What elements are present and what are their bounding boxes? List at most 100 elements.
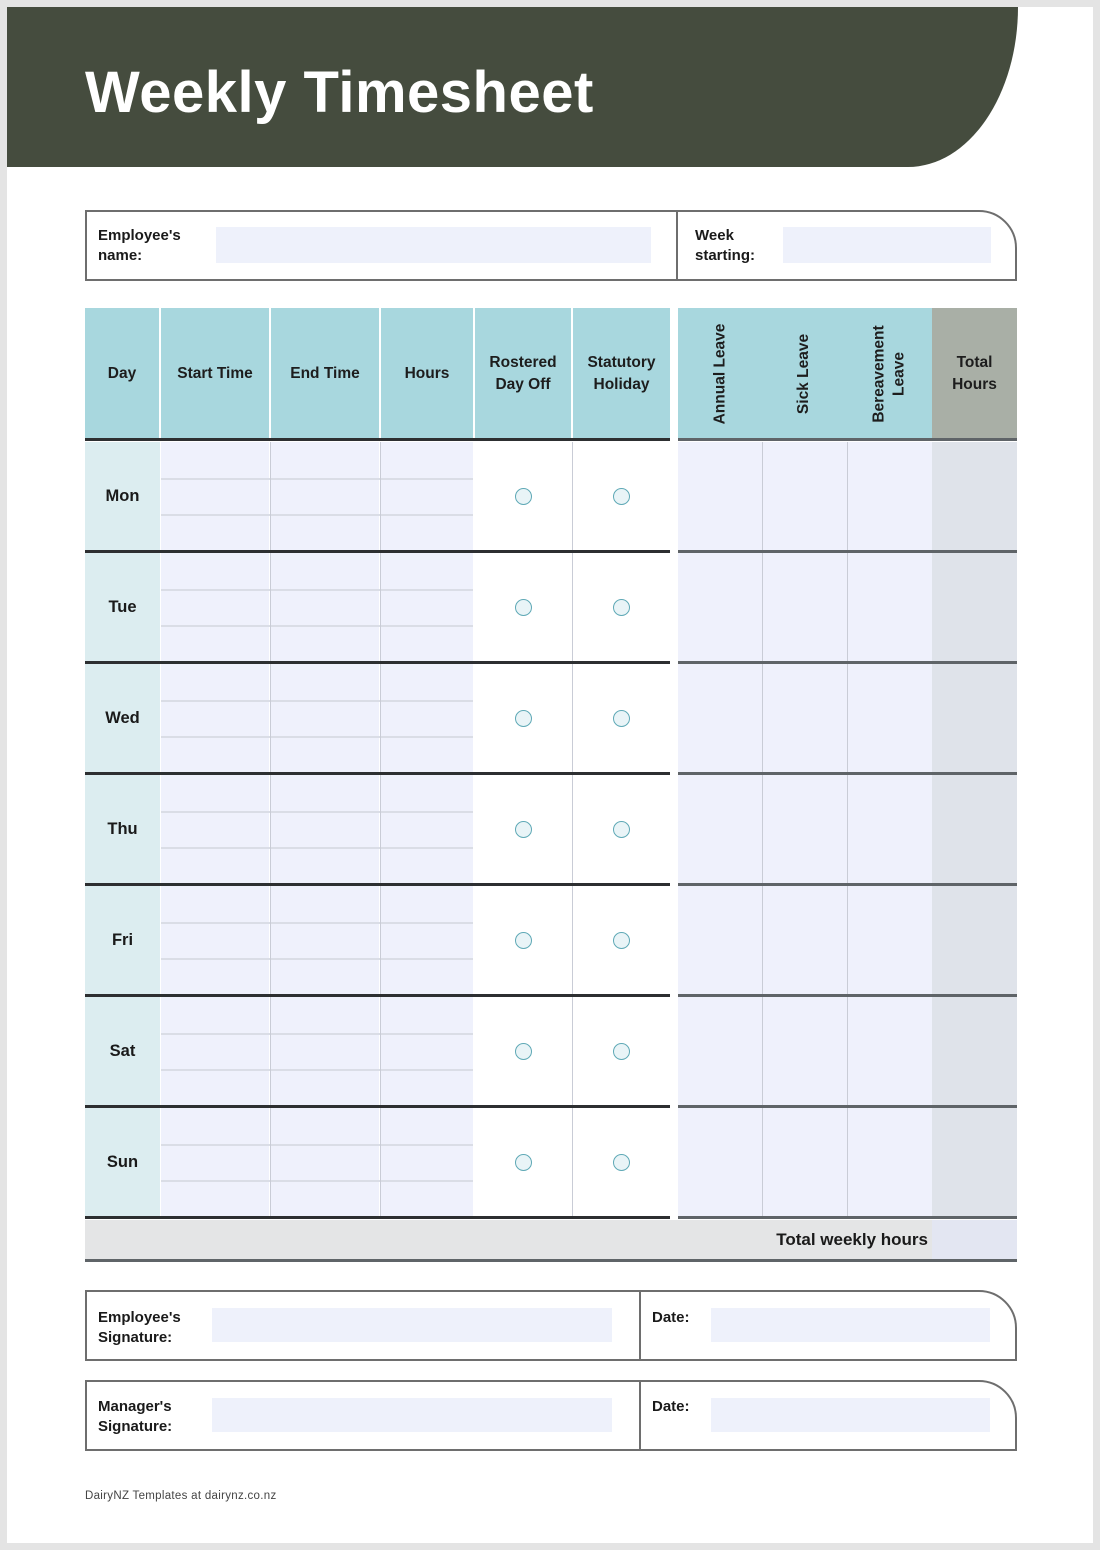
sick-leave-input[interactable] <box>762 442 847 550</box>
statutory-holiday-radio[interactable] <box>613 709 630 727</box>
bereavement-leave-input[interactable] <box>847 664 932 772</box>
statutory-holiday-radio[interactable] <box>613 931 630 949</box>
start-input[interactable] <box>161 997 269 1033</box>
sick-leave-input[interactable] <box>762 775 847 883</box>
employee-name-input[interactable] <box>216 227 651 263</box>
end-input[interactable] <box>271 1108 379 1144</box>
annual-leave-input[interactable] <box>678 886 762 994</box>
hours-input[interactable] <box>381 997 473 1033</box>
week-starting-input[interactable] <box>783 227 991 263</box>
hours-input[interactable] <box>381 924 473 958</box>
sick-leave-input[interactable] <box>762 886 847 994</box>
statutory-holiday-radio[interactable] <box>613 487 630 505</box>
annual-leave-input[interactable] <box>678 442 762 550</box>
manager-signature-input[interactable] <box>212 1398 612 1432</box>
sick-leave-input[interactable] <box>762 664 847 772</box>
start-input[interactable] <box>161 1035 269 1069</box>
hours-input[interactable] <box>381 960 473 994</box>
rostered-day-off-radio[interactable] <box>514 487 532 505</box>
annual-leave-input[interactable] <box>678 664 762 772</box>
hours-input[interactable] <box>381 1146 473 1180</box>
end-input[interactable] <box>271 886 379 922</box>
end-input[interactable] <box>271 960 379 994</box>
total-hours-input[interactable] <box>932 1108 1017 1216</box>
start-input[interactable] <box>161 886 269 922</box>
rostered-day-off-radio[interactable] <box>514 1153 532 1171</box>
end-input[interactable] <box>271 442 379 478</box>
hours-input[interactable] <box>381 813 473 847</box>
end-input[interactable] <box>271 480 379 514</box>
hours-input[interactable] <box>381 1182 473 1216</box>
annual-leave-input[interactable] <box>678 1108 762 1216</box>
start-input[interactable] <box>161 664 269 700</box>
end-input[interactable] <box>271 1071 379 1105</box>
start-input[interactable] <box>161 775 269 811</box>
annual-leave-input[interactable] <box>678 997 762 1105</box>
bereavement-leave-input[interactable] <box>847 997 932 1105</box>
hours-input[interactable] <box>381 1071 473 1105</box>
start-input[interactable] <box>161 813 269 847</box>
bereavement-leave-input[interactable] <box>847 442 932 550</box>
annual-leave-input[interactable] <box>678 553 762 661</box>
end-input[interactable] <box>271 702 379 736</box>
start-input[interactable] <box>161 591 269 625</box>
statutory-holiday-radio[interactable] <box>613 820 630 838</box>
sick-leave-input[interactable] <box>762 553 847 661</box>
rostered-day-off-radio[interactable] <box>514 598 532 616</box>
hours-input[interactable] <box>381 738 473 772</box>
hours-input[interactable] <box>381 442 473 478</box>
start-input[interactable] <box>161 1146 269 1180</box>
end-input[interactable] <box>271 738 379 772</box>
rostered-day-off-radio[interactable] <box>514 709 532 727</box>
rostered-day-off-radio[interactable] <box>514 820 532 838</box>
bereavement-leave-input[interactable] <box>847 775 932 883</box>
start-input[interactable] <box>161 702 269 736</box>
rostered-day-off-radio[interactable] <box>514 1042 532 1060</box>
start-input[interactable] <box>161 924 269 958</box>
start-input[interactable] <box>161 960 269 994</box>
end-input[interactable] <box>271 849 379 883</box>
sick-leave-input[interactable] <box>762 997 847 1105</box>
hours-input[interactable] <box>381 480 473 514</box>
total-hours-input[interactable] <box>932 553 1017 661</box>
statutory-holiday-radio[interactable] <box>613 1042 630 1060</box>
start-input[interactable] <box>161 1108 269 1144</box>
hours-input[interactable] <box>381 775 473 811</box>
hours-input[interactable] <box>381 627 473 661</box>
end-input[interactable] <box>271 1146 379 1180</box>
end-input[interactable] <box>271 1035 379 1069</box>
employee-date-input[interactable] <box>711 1308 990 1342</box>
hours-input[interactable] <box>381 591 473 625</box>
total-hours-input[interactable] <box>932 664 1017 772</box>
end-input[interactable] <box>271 924 379 958</box>
bereavement-leave-input[interactable] <box>847 553 932 661</box>
hours-input[interactable] <box>381 516 473 550</box>
start-input[interactable] <box>161 627 269 661</box>
bereavement-leave-input[interactable] <box>847 886 932 994</box>
end-input[interactable] <box>271 591 379 625</box>
employee-signature-input[interactable] <box>212 1308 612 1342</box>
bereavement-leave-input[interactable] <box>847 1108 932 1216</box>
start-input[interactable] <box>161 516 269 550</box>
total-hours-input[interactable] <box>932 775 1017 883</box>
hours-input[interactable] <box>381 664 473 700</box>
statutory-holiday-radio[interactable] <box>613 1153 630 1171</box>
hours-input[interactable] <box>381 849 473 883</box>
total-hours-input[interactable] <box>932 886 1017 994</box>
statutory-holiday-radio[interactable] <box>613 598 630 616</box>
start-input[interactable] <box>161 480 269 514</box>
start-input[interactable] <box>161 442 269 478</box>
start-input[interactable] <box>161 1071 269 1105</box>
end-input[interactable] <box>271 813 379 847</box>
end-input[interactable] <box>271 997 379 1033</box>
end-input[interactable] <box>271 627 379 661</box>
hours-input[interactable] <box>381 886 473 922</box>
hours-input[interactable] <box>381 1035 473 1069</box>
hours-input[interactable] <box>381 1108 473 1144</box>
start-input[interactable] <box>161 738 269 772</box>
total-weekly-hours-input[interactable] <box>932 1220 1017 1260</box>
end-input[interactable] <box>271 516 379 550</box>
annual-leave-input[interactable] <box>678 775 762 883</box>
start-input[interactable] <box>161 1182 269 1216</box>
rostered-day-off-radio[interactable] <box>514 931 532 949</box>
